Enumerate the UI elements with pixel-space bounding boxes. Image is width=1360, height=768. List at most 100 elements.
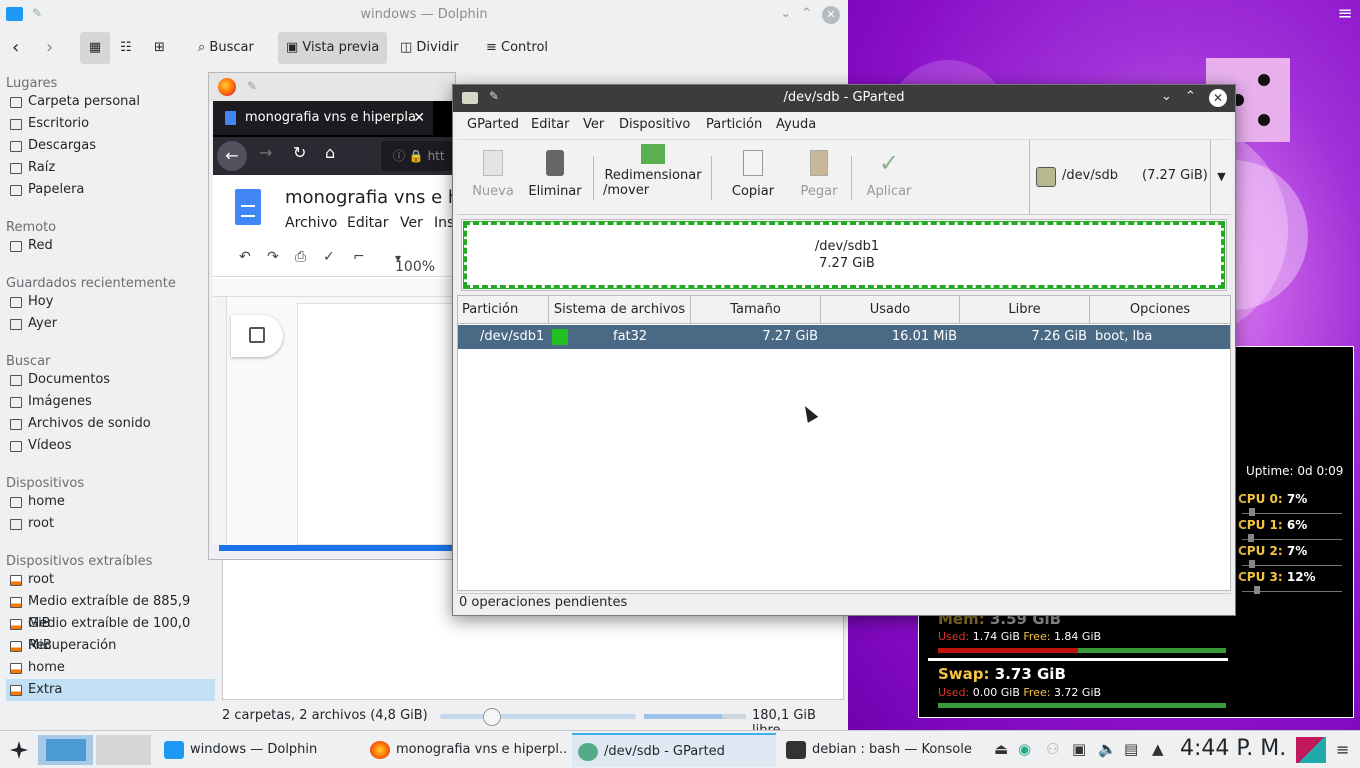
- sidebar-item[interactable]: Raíz: [6, 157, 215, 179]
- chevron-down-icon[interactable]: ▼: [1210, 140, 1232, 214]
- sidebar-item[interactable]: Documentos: [6, 369, 215, 391]
- icons-view-icon[interactable]: ▦: [80, 32, 110, 64]
- task-dolphin[interactable]: windows — Dolphin: [158, 733, 358, 767]
- sidebar-item[interactable]: root: [6, 569, 215, 591]
- sidebar-item[interactable]: Imágenes: [6, 391, 215, 413]
- menu-editar[interactable]: Editar: [531, 117, 570, 132]
- spellcheck-icon[interactable]: ✓: [323, 249, 335, 265]
- control-button[interactable]: ≡ Control: [486, 32, 548, 64]
- minimize-icon[interactable]: ⌄: [780, 6, 791, 24]
- menu-archivo[interactable]: Archivo: [285, 215, 337, 231]
- sidebar-item[interactable]: Extra: [6, 679, 215, 701]
- tray-expand-icon[interactable]: ▲: [1152, 740, 1164, 758]
- sidebar-item[interactable]: Vídeos: [6, 435, 215, 457]
- doc-page[interactable]: [297, 303, 455, 545]
- col-particion[interactable]: Partición: [458, 296, 549, 324]
- copy-button[interactable]: Copiar: [725, 146, 781, 199]
- delete-partition-button[interactable]: Eliminar: [525, 146, 585, 199]
- clock[interactable]: 4:44 P. M.: [1180, 736, 1286, 761]
- gparted-titlebar[interactable]: ✎ /dev/sdb - GParted ⌄ ⌃ ✕: [453, 85, 1235, 112]
- col-options[interactable]: Opciones: [1090, 296, 1230, 324]
- network-icon[interactable]: ▣: [1072, 740, 1086, 758]
- undo-icon[interactable]: ↶: [239, 249, 251, 265]
- menu-dispositivo[interactable]: Dispositivo: [619, 117, 690, 132]
- back-icon[interactable]: ‹: [12, 32, 19, 64]
- task-konsole[interactable]: debian : bash — Konsole: [780, 733, 980, 767]
- url-bar[interactable]: ⓘ 🔒 htt: [381, 141, 455, 171]
- desktop-menu-icon[interactable]: ≡: [1330, 0, 1360, 30]
- paste-button[interactable]: Pegar: [791, 146, 847, 199]
- volume-icon[interactable]: 🔈: [1098, 740, 1117, 758]
- table-row[interactable]: /dev/sdb1 fat32 7.27 GiB 16.01 MiB 7.26 …: [458, 325, 1230, 349]
- usb-device-icon[interactable]: ⏏: [994, 740, 1008, 758]
- menu-particion[interactable]: Partición: [706, 117, 762, 132]
- maximize-icon[interactable]: ⌃: [1185, 89, 1196, 104]
- new-partition-button[interactable]: Nueva: [469, 146, 517, 199]
- sidebar-item[interactable]: Red: [6, 235, 215, 257]
- zoom-slider[interactable]: [440, 714, 636, 719]
- maximize-icon[interactable]: ⌃: [801, 6, 812, 24]
- search-button[interactable]: ⌕ Buscar: [198, 32, 254, 64]
- details-view-icon[interactable]: ⊞: [154, 32, 165, 64]
- resize-move-button[interactable]: Redimensionar/mover: [601, 140, 705, 198]
- close-tab-icon[interactable]: ✕: [413, 101, 425, 135]
- sidebar-item[interactable]: Escritorio: [6, 113, 215, 135]
- desktop-2[interactable]: [96, 735, 151, 765]
- zoom-slider-handle[interactable]: [483, 708, 501, 726]
- show-desktop-icon[interactable]: [1296, 737, 1326, 763]
- preview-button[interactable]: ▣ Vista previa: [278, 32, 388, 64]
- apply-button[interactable]: ✓ Aplicar: [861, 146, 917, 199]
- panel-menu-icon[interactable]: ≡: [1336, 740, 1349, 759]
- update-notifier-icon[interactable]: ◉: [1018, 740, 1031, 758]
- reload-icon[interactable]: ↻: [293, 143, 306, 162]
- browser-tab[interactable]: monografia vns e hiperpla ✕: [213, 101, 433, 135]
- col-free[interactable]: Libre: [960, 296, 1090, 324]
- zoom-select[interactable]: 100% ▾: [395, 251, 435, 275]
- sidebar-item[interactable]: Medio extraíble de 885,9 GiB: [6, 591, 215, 631]
- redo-icon[interactable]: ↷: [267, 249, 279, 265]
- task-firefox[interactable]: monografia vns e hiperpl...: [364, 733, 568, 767]
- menu-editar[interactable]: Editar: [347, 215, 388, 231]
- dolphin-titlebar[interactable]: ✎ windows — Dolphin ⌄ ⌃ ✕: [0, 0, 848, 30]
- sidebar-item[interactable]: root: [6, 513, 215, 535]
- desktop-1[interactable]: [38, 735, 93, 765]
- sidebar-item[interactable]: Recuperación: [6, 635, 215, 657]
- device-selector[interactable]: /dev/sdb (7.27 GiB) ▼: [1029, 140, 1231, 214]
- close-icon[interactable]: ✕: [1209, 89, 1227, 107]
- partition-block[interactable]: /dev/sdb1 7.27 GiB: [463, 221, 1225, 289]
- sidebar-item[interactable]: Descargas: [6, 135, 215, 157]
- minimize-icon[interactable]: ⌄: [1161, 89, 1172, 104]
- sidebar-item[interactable]: home: [6, 657, 215, 679]
- split-button[interactable]: ◫ Dividir: [400, 32, 459, 64]
- home-icon[interactable]: ⌂: [325, 143, 335, 162]
- sidebar-item[interactable]: home: [6, 491, 215, 513]
- docs-logo-icon[interactable]: [235, 189, 261, 225]
- task-gparted[interactable]: /dev/sdb - GParted: [572, 733, 776, 767]
- close-icon[interactable]: ✕: [822, 6, 840, 24]
- outline-button[interactable]: [231, 315, 283, 357]
- doc-title[interactable]: monografia vns e hip: [285, 187, 455, 208]
- kde-connect-icon[interactable]: ⚇: [1046, 740, 1059, 758]
- forward-icon[interactable]: →: [259, 143, 272, 162]
- clipboard-icon[interactable]: ▤: [1124, 740, 1138, 758]
- sidebar-item[interactable]: Archivos de sonido: [6, 413, 215, 435]
- menu-ver[interactable]: Ver: [583, 117, 604, 132]
- sidebar-item[interactable]: Ayer: [6, 313, 215, 335]
- forward-icon[interactable]: ›: [46, 32, 53, 64]
- paint-format-icon[interactable]: ⌐: [353, 249, 365, 265]
- application-launcher-icon[interactable]: [8, 739, 30, 761]
- menu-ver[interactable]: Ver: [400, 215, 423, 231]
- sidebar-item[interactable]: Hoy: [6, 291, 215, 313]
- firefox-titlebar[interactable]: ✎: [209, 73, 455, 101]
- sidebar-item[interactable]: Medio extraíble de 100,0 MiB: [6, 613, 215, 653]
- col-filesystem[interactable]: Sistema de archivos: [549, 296, 691, 324]
- sidebar-item[interactable]: Papelera: [6, 179, 215, 201]
- col-used[interactable]: Usado: [821, 296, 960, 324]
- compact-view-icon[interactable]: ☷: [120, 32, 132, 64]
- sidebar-item[interactable]: Carpeta personal: [6, 91, 215, 113]
- menu-gparted[interactable]: GParted: [467, 117, 519, 132]
- pin-icon[interactable]: ✎: [247, 79, 257, 93]
- back-icon[interactable]: ←: [217, 141, 247, 171]
- col-size[interactable]: Tamaño: [691, 296, 821, 324]
- menu-ayuda[interactable]: Ayuda: [776, 117, 816, 132]
